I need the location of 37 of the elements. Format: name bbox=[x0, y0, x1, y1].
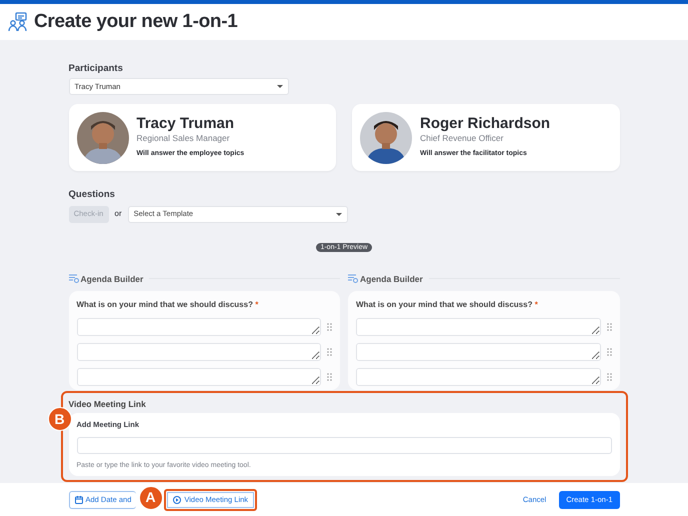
questions-label: Questions bbox=[68, 188, 116, 202]
answer-field[interactable] bbox=[356, 343, 600, 362]
section-title: Video Meeting Link bbox=[68, 398, 147, 411]
participants-label: Participants bbox=[68, 62, 124, 76]
meeting-icon bbox=[8, 12, 28, 32]
person-role: Chief Revenue Officer bbox=[420, 132, 504, 146]
caret-icon bbox=[276, 85, 282, 88]
list-icon bbox=[348, 274, 358, 284]
drag-handle-icon[interactable] bbox=[606, 373, 612, 382]
calendar-icon bbox=[74, 496, 82, 504]
or-text: or bbox=[114, 208, 122, 220]
answer-field[interactable] bbox=[76, 368, 321, 386]
play-icon bbox=[173, 496, 182, 504]
callout-marker: B bbox=[48, 407, 72, 432]
callout-marker: A bbox=[138, 486, 162, 510]
answer-field[interactable] bbox=[76, 343, 321, 362]
drag-handle-icon[interactable] bbox=[606, 348, 612, 356]
list-icon bbox=[68, 274, 78, 284]
answer-field[interactable] bbox=[356, 318, 600, 336]
meeting-link-field[interactable] bbox=[76, 436, 612, 454]
required-mark: * bbox=[255, 300, 258, 310]
drag-handle-icon[interactable] bbox=[327, 323, 332, 332]
drag-handle-icon[interactable] bbox=[327, 373, 332, 382]
page-title: Create your new 1-on-1 bbox=[34, 10, 238, 34]
agenda-heading: Agenda Builder bbox=[360, 272, 423, 286]
caret-icon bbox=[336, 212, 342, 216]
person-name: Tracy Truman bbox=[136, 116, 236, 132]
person-role: Regional Sales Manager bbox=[136, 132, 231, 146]
answer-field[interactable] bbox=[76, 318, 321, 336]
question-text: What is on your mind that we should discuss? * bbox=[356, 299, 539, 312]
required-mark: * bbox=[534, 300, 538, 310]
agenda-heading: Agenda Builder bbox=[80, 272, 144, 286]
question-text: What is on your mind that we should discuss? * bbox=[76, 299, 260, 312]
person-name: Roger Richardson bbox=[420, 116, 550, 132]
drag-handle-icon[interactable] bbox=[606, 323, 612, 332]
answer-field[interactable] bbox=[356, 368, 600, 386]
drag-handle-icon[interactable] bbox=[327, 348, 332, 356]
